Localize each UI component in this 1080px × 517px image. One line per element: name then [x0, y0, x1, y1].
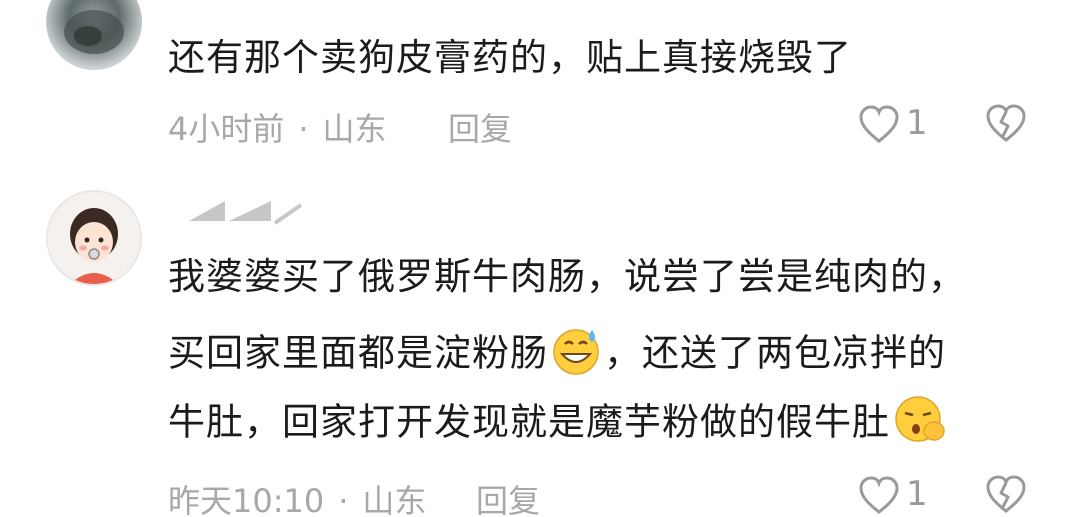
- avatar[interactable]: [46, 190, 142, 286]
- comment-location: 山东: [362, 482, 427, 517]
- meta-separator: ·: [338, 482, 349, 517]
- comment-meta: 昨天10:10 · 山东: [168, 476, 426, 517]
- comment-text-segment: 买回家里面都是淀粉肠: [168, 331, 548, 375]
- comment-text-line-1: 我婆婆买了俄罗斯牛肉肠，说尝了尝是纯肉的，: [168, 255, 966, 298]
- like-count: 1: [906, 474, 928, 514]
- sweat-smile-emoji: [548, 324, 604, 386]
- reply-button[interactable]: 回复: [476, 476, 540, 517]
- like-button[interactable]: 1: [858, 474, 938, 517]
- comment-text-segment: ，还送了两包凉拌的: [604, 331, 946, 375]
- username-redacted: [189, 201, 303, 225]
- comment-text-line-3: 牛肚，回家打开发现就是魔芋粉做的假牛肚: [168, 393, 950, 455]
- shush-emoji: [890, 393, 950, 455]
- comment-text-line-2: 买回家里面都是淀粉肠 ，还送了两包凉拌的: [168, 324, 946, 386]
- dislike-button[interactable]: [984, 475, 1030, 517]
- comment-text-segment: 牛肚，回家打开发现就是魔芋粉做的假牛肚: [168, 400, 890, 444]
- broken-heart-icon: [986, 475, 1026, 513]
- heart-icon: [859, 476, 899, 514]
- comment-2: 我婆婆买了俄罗斯牛肉肠，说尝了尝是纯肉的， 买回家里面都是淀粉肠 ，还送了两包凉…: [0, 0, 1080, 517]
- comment-time: 昨天10:10: [168, 482, 325, 517]
